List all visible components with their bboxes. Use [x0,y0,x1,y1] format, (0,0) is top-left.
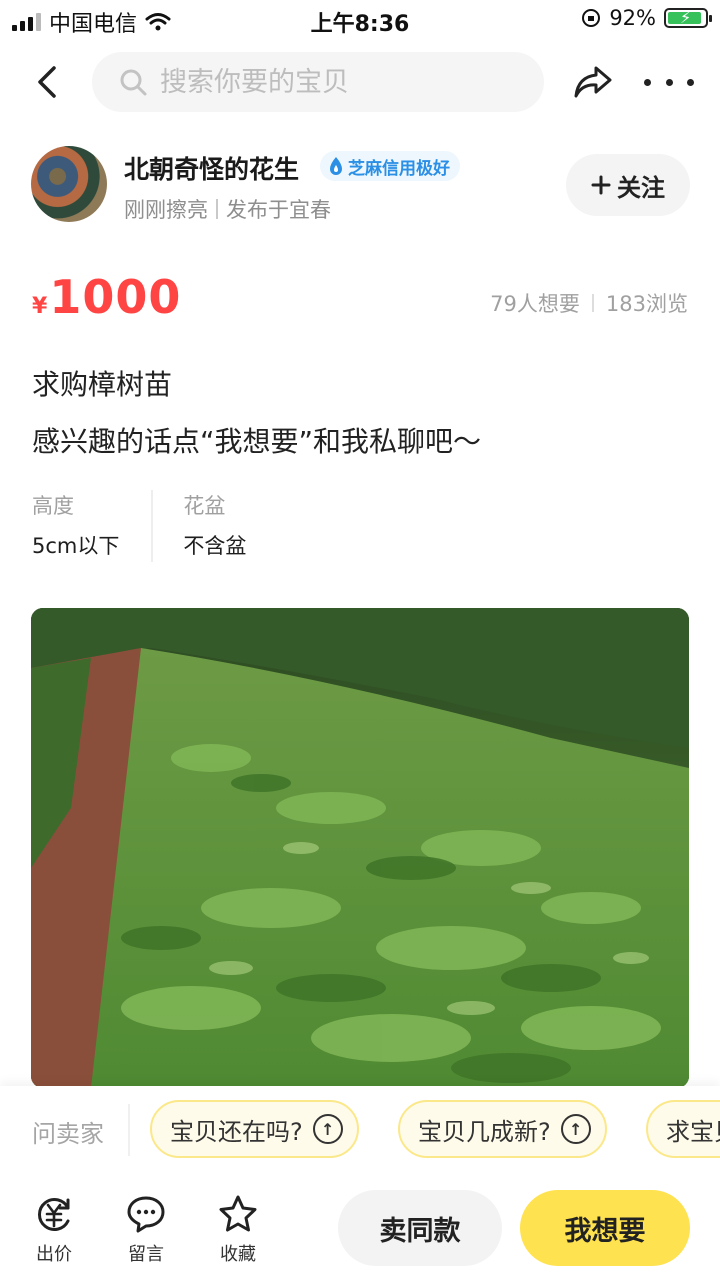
view-count: 183浏览 [605,292,688,316]
i-want-button[interactable]: 我想要 [520,1190,690,1266]
divider [216,199,218,219]
follow-label: 关注 [617,173,665,202]
credit-badge[interactable]: 芝麻信用极好 [320,151,460,181]
favorite-button[interactable]: 收藏 [208,1194,268,1266]
ask-seller-label: 问卖家 [32,1120,104,1148]
chevron-left-icon[interactable] [26,60,70,104]
question-chip-label: 求宝贝 [666,1117,720,1146]
price: ¥ 1000 [32,270,181,324]
follow-button[interactable]: 关注 [566,154,690,216]
bid-button[interactable]: 出价 [24,1194,84,1266]
item-description: 求购樟树苗 感兴趣的话点“我想要”和我私聊吧～ [32,356,481,470]
nav-bar [0,46,720,118]
want-count: 79人想要 [490,292,580,316]
tab-label: 收藏 [220,1244,256,1265]
divider [128,1104,130,1156]
more-icon[interactable] [644,60,694,104]
item-title: 求购樟树苗 [32,368,173,401]
question-chip-label: 宝贝还在吗? [170,1117,303,1146]
attribute-label: 高度 [32,494,74,518]
item-stats: 79人想要 183浏览 [490,288,688,318]
status-bar: 中国电信 上午8:36 92% ⚡ [0,0,720,40]
arrow-up-icon: ↑ [312,1114,343,1144]
battery-icon: ⚡ [664,8,712,28]
bid-yen-icon [37,1198,70,1231]
price-row: ¥ 1000 79人想要 183浏览 [0,268,720,328]
seller-meta: 刚刚擦亮 发布于宜春 [124,194,331,224]
price-value: 1000 [49,270,182,324]
arrow-up-icon: ↑ [560,1114,591,1144]
sesame-credit-icon [330,157,342,175]
attribute-value: 不含盆 [183,534,247,558]
quick-questions-bar: 问卖家 宝贝还在吗? ↑ 宝贝几成新? ↑ 求宝贝 [0,1086,720,1174]
comment-icon [127,1196,165,1233]
item-body: 感兴趣的话点“我想要”和我私聊吧～ [32,425,482,458]
question-chip[interactable]: 求宝贝 [646,1100,720,1158]
attribute-value: 5cm以下 [32,534,120,558]
status-right: 92% ⚡ [581,6,712,30]
search-input[interactable] [160,66,520,98]
seller-row: 北朝奇怪的花生 芝麻信用极好 刚刚擦亮 发布于宜春 关注 [0,146,720,226]
attribute-pot: 花盆 不含盆 [151,490,278,562]
search-bar[interactable] [92,52,544,112]
bottom-action-bar: 出价 留言 收藏 卖同款 我想要 [0,1174,720,1280]
star-icon [219,1195,257,1232]
seller-name[interactable]: 北朝奇怪的花生 [124,150,299,186]
attribute-height: 高度 5cm以下 [32,490,151,562]
currency-symbol: ¥ [32,294,48,319]
tab-label: 留言 [128,1244,164,1265]
attribute-label: 花盆 [183,494,226,518]
divider [591,294,594,312]
share-icon[interactable] [570,60,616,104]
item-attributes: 高度 5cm以下 花盆 不含盆 [32,490,278,562]
last-active: 刚刚擦亮 [124,198,208,222]
charging-bolt-icon: ⚡ [680,8,692,27]
orientation-lock-icon [582,9,601,27]
tab-label: 出价 [36,1244,72,1265]
search-icon [120,69,147,96]
question-chip[interactable]: 宝贝几成新? ↑ [398,1100,607,1158]
credit-badge-label: 芝麻信用极好 [348,158,450,179]
avatar[interactable] [31,146,107,222]
item-photo[interactable] [31,608,689,1088]
battery-percent: 92% [609,6,656,30]
plus-icon [591,175,611,195]
sell-same-button[interactable]: 卖同款 [338,1190,502,1266]
seedling-field-image [31,608,689,1088]
question-chip[interactable]: 宝贝还在吗? ↑ [150,1100,359,1158]
comment-button[interactable]: 留言 [116,1194,176,1266]
question-chip-label: 宝贝几成新? [418,1117,551,1146]
publish-location: 发布于宜春 [226,198,331,222]
